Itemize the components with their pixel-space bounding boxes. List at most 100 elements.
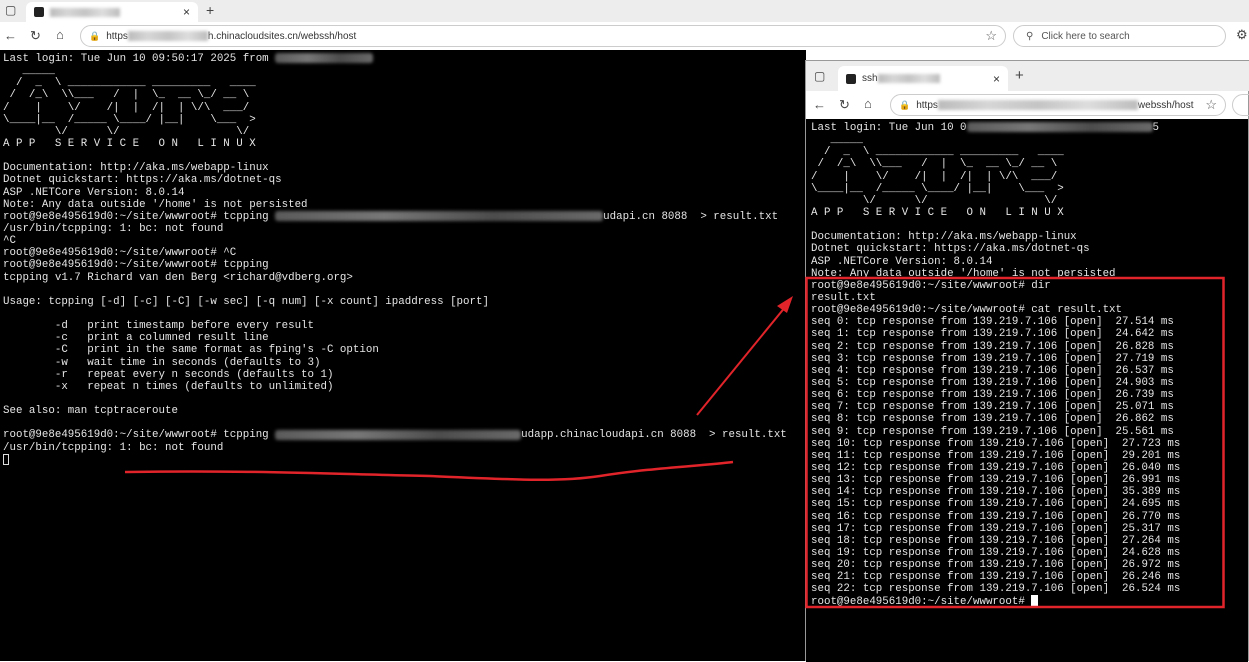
terminal-line: Dotnet quickstart: https://aka.ms/dotnet… bbox=[3, 174, 806, 186]
terminal-line: seq 1: tcp response from 139.219.7.106 [… bbox=[811, 328, 1248, 340]
back-icon[interactable]: ← bbox=[813, 98, 826, 111]
terminal-line: Last login: Tue Jun 10 09:50:17 2025 fro… bbox=[3, 53, 806, 65]
tab-title: ssh bbox=[862, 73, 878, 84]
terminal-text: seq 14: tcp response from 139.219.7.106 … bbox=[811, 486, 1181, 499]
terminal-text: _____ bbox=[3, 65, 55, 78]
url-field[interactable]: 🔒 https h.chinacloudsites.cn/webssh/host… bbox=[80, 25, 1006, 47]
search-icon: ⚲ bbox=[1026, 30, 1034, 42]
terminal-text: seq 7: tcp response from 139.219.7.106 [… bbox=[811, 401, 1174, 414]
terminal-text: seq 0: tcp response from 139.219.7.106 [… bbox=[811, 316, 1174, 329]
terminal-line: / /_\ \\___ / | \_ __ \_/ __ \ bbox=[3, 89, 806, 101]
tab-actions-icon[interactable]: ▢ bbox=[5, 4, 16, 16]
refresh-icon[interactable]: ↻ bbox=[30, 29, 41, 42]
terminal-line: root@9e8e495619d0:~/site/wwwroot# ^C bbox=[3, 247, 806, 259]
terminal-line: result.txt bbox=[811, 292, 1248, 304]
terminal-line: seq 21: tcp response from 139.219.7.106 … bbox=[811, 571, 1248, 583]
redacted-tab-title bbox=[50, 7, 120, 17]
terminal-line: root@9e8e495619d0:~/site/wwwroot# bbox=[811, 595, 1248, 608]
url-suffix: webssh/host bbox=[1137, 99, 1194, 111]
terminal-line: ASP .NETCore Version: 8.0.14 bbox=[811, 256, 1248, 268]
terminal-text: seq 13: tcp response from 139.219.7.106 … bbox=[811, 474, 1181, 487]
terminal-text: seq 11: tcp response from 139.219.7.106 … bbox=[811, 449, 1181, 462]
refresh-icon[interactable]: ↻ bbox=[839, 98, 850, 111]
terminal-favicon-icon bbox=[34, 7, 44, 17]
terminal-line: -C print in the same format as fping's -… bbox=[3, 344, 806, 356]
url-prefix: https bbox=[916, 99, 938, 111]
terminal-line: _____ bbox=[811, 134, 1248, 146]
terminal-line: seq 7: tcp response from 139.219.7.106 [… bbox=[811, 401, 1248, 413]
url-suffix: h.chinacloudsites.cn/webssh/host bbox=[207, 30, 357, 42]
terminal-line: \/ \/ \/ bbox=[811, 195, 1248, 207]
terminal-line: seq 4: tcp response from 139.219.7.106 [… bbox=[811, 365, 1248, 377]
terminal-text: See also: man tcptraceroute bbox=[3, 405, 178, 418]
lock-icon: 🔒 bbox=[899, 99, 911, 110]
terminal-line: \____|__ /_____ \____/ |__| \___ > bbox=[811, 183, 1248, 195]
redacted-url bbox=[937, 100, 1138, 110]
terminal-text: Last login: Tue Jun 10 0 bbox=[811, 122, 967, 134]
tab-actions-icon[interactable]: ▢ bbox=[814, 70, 825, 82]
search-box[interactable]: ⚲ Click here to search bbox=[1013, 25, 1226, 47]
terminal-text: result.txt bbox=[811, 291, 876, 304]
terminal-text: root@9e8e495619d0:~/site/wwwroot# tcppin… bbox=[3, 259, 269, 272]
terminal-line: / _ \ ____________ _________ ____ bbox=[811, 146, 1248, 158]
right-terminal[interactable]: Last login: Tue Jun 10 0 5 _____ / _ \ __… bbox=[806, 119, 1248, 662]
terminal-text: /usr/bin/tcpping: 1: bc: not found bbox=[3, 441, 224, 454]
left-terminal[interactable]: Last login: Tue Jun 10 09:50:17 2025 fro… bbox=[0, 50, 806, 661]
terminal-text: -c print a columned result line bbox=[3, 332, 269, 345]
terminal-text: -w wait time in seconds (defaults to 3) bbox=[3, 356, 321, 369]
new-tab-button[interactable]: + bbox=[206, 3, 214, 17]
back-icon[interactable]: ← bbox=[4, 29, 17, 42]
terminal-line: _____ bbox=[3, 65, 806, 77]
search-box[interactable] bbox=[1232, 94, 1249, 116]
terminal-cursor bbox=[3, 453, 9, 465]
terminal-line: -d print timestamp before every result bbox=[3, 320, 806, 332]
terminal-text: seq 3: tcp response from 139.219.7.106 [… bbox=[811, 352, 1174, 365]
redacted-text bbox=[966, 122, 1153, 133]
terminal-text: seq 16: tcp response from 139.219.7.106 … bbox=[811, 510, 1181, 523]
terminal-text: \____|__ /_____ \____/ |__| \___ > bbox=[811, 182, 1064, 195]
terminal-line: ASP .NETCore Version: 8.0.14 bbox=[3, 187, 806, 199]
terminal-line: Last login: Tue Jun 10 0 5 bbox=[811, 122, 1248, 134]
terminal-line: -w wait time in seconds (defaults to 3) bbox=[3, 357, 806, 369]
url-field[interactable]: 🔒 https webssh/host ☆ bbox=[890, 94, 1226, 116]
terminal-text: -C print in the same format as fping's -… bbox=[3, 344, 379, 357]
terminal-line: ^C bbox=[3, 235, 806, 247]
terminal-line: seq 14: tcp response from 139.219.7.106 … bbox=[811, 486, 1248, 498]
terminal-text: -r repeat every n seconds (defaults to 1… bbox=[3, 368, 334, 381]
terminal-text: / | \/ /| | /| | \/\ ___/ bbox=[811, 170, 1058, 183]
terminal-line: seq 20: tcp response from 139.219.7.106 … bbox=[811, 559, 1248, 571]
extensions-icon[interactable]: ⚙ bbox=[1236, 28, 1248, 41]
close-tab-icon[interactable]: × bbox=[183, 5, 190, 19]
home-icon[interactable]: ⌂ bbox=[864, 97, 872, 110]
right-tab-bar: ▢ ssh × + bbox=[806, 61, 1249, 91]
terminal-line: Usage: tcpping [-d] [-c] [-C] [-w sec] [… bbox=[3, 296, 806, 308]
favorite-star-icon[interactable]: ☆ bbox=[985, 28, 997, 44]
terminal-text: seq 9: tcp response from 139.219.7.106 [… bbox=[811, 425, 1174, 438]
terminal-line: seq 18: tcp response from 139.219.7.106 … bbox=[811, 535, 1248, 547]
redacted-text bbox=[275, 429, 522, 440]
terminal-line: Dotnet quickstart: https://aka.ms/dotnet… bbox=[811, 243, 1248, 255]
left-tab[interactable]: × bbox=[26, 2, 198, 22]
terminal-text: A P P S E R V I C E O N L I N U X bbox=[3, 137, 256, 150]
terminal-text: Last login: Tue Jun 10 09:50:17 2025 fro… bbox=[3, 53, 276, 65]
terminal-text: seq 12: tcp response from 139.219.7.106 … bbox=[811, 461, 1181, 474]
terminal-text: seq 18: tcp response from 139.219.7.106 … bbox=[811, 534, 1181, 547]
right-tab[interactable]: ssh × bbox=[838, 66, 1008, 91]
terminal-text: Note: Any data outside '/home' is not pe… bbox=[811, 267, 1116, 280]
terminal-text: / | \/ /| | /| | \/\ ___/ bbox=[3, 101, 250, 114]
new-tab-button[interactable]: + bbox=[1015, 68, 1024, 83]
terminal-text: -x repeat n times (defaults to unlimited… bbox=[3, 380, 334, 393]
terminal-text: \____|__ /_____ \____/ |__| \___ > bbox=[3, 113, 256, 126]
home-icon[interactable]: ⌂ bbox=[56, 28, 64, 41]
terminal-line: / _ \ ____________ _________ ____ bbox=[3, 77, 806, 89]
terminal-text: \/ \/ \/ bbox=[3, 125, 250, 138]
terminal-text: seq 1: tcp response from 139.219.7.106 [… bbox=[811, 328, 1174, 341]
terminal-line: A P P S E R V I C E O N L I N U X bbox=[3, 138, 806, 150]
terminal-line: / | \/ /| | /| | \/\ ___/ bbox=[811, 171, 1248, 183]
close-tab-icon[interactable]: × bbox=[993, 72, 1000, 86]
terminal-line: seq 15: tcp response from 139.219.7.106 … bbox=[811, 498, 1248, 510]
favorite-star-icon[interactable]: ☆ bbox=[1205, 97, 1217, 113]
terminal-text: udapp.chinacloudapi.cn 8088 > result.txt bbox=[521, 429, 787, 442]
terminal-line: seq 2: tcp response from 139.219.7.106 [… bbox=[811, 341, 1248, 353]
